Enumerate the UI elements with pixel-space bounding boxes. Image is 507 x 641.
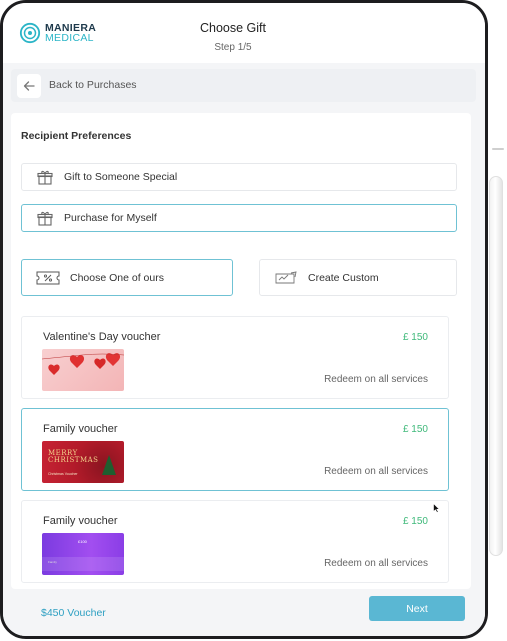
image-caption: Family bbox=[48, 560, 57, 564]
voucher-card-family-christmas[interactable]: Family voucher £ 150 MERRY CHRISTMAS Chri… bbox=[21, 408, 449, 491]
voucher-total: $450 Voucher bbox=[41, 607, 106, 619]
step-indicator: Step 1/5 bbox=[214, 42, 252, 53]
choice-label: Create Custom bbox=[308, 271, 379, 284]
back-to-purchases-link[interactable]: Back to Purchases bbox=[11, 69, 476, 102]
create-custom-button[interactable]: Create Custom bbox=[259, 259, 457, 296]
device-side-button bbox=[492, 148, 504, 150]
voucher-price: £ 150 bbox=[402, 424, 428, 435]
voucher-redeem-text: Redeem on all services bbox=[324, 466, 428, 477]
voucher-card-valentines[interactable]: Valentine's Day voucher £ 150 Redeem on … bbox=[21, 316, 449, 399]
stylus bbox=[489, 176, 503, 556]
choice-label: Choose One of ours bbox=[70, 271, 164, 284]
mouse-cursor-icon bbox=[433, 503, 440, 513]
next-button[interactable]: Next bbox=[369, 596, 465, 621]
tablet-frame: MANIERA MEDICAL Choose Gift Step 1/5 Bac… bbox=[0, 0, 488, 639]
tree-graphic bbox=[102, 455, 116, 475]
voucher-percent-icon bbox=[36, 270, 60, 286]
image-caption: Christmas Voucher bbox=[48, 472, 78, 476]
back-label: Back to Purchases bbox=[49, 79, 137, 91]
voucher-name: Family voucher bbox=[43, 515, 118, 527]
option-gift-someone[interactable]: Gift to Someone Special bbox=[21, 163, 457, 191]
gift-icon bbox=[36, 169, 54, 185]
option-label: Gift to Someone Special bbox=[64, 171, 178, 183]
image-text: CHRISTMAS bbox=[48, 456, 99, 464]
voucher-price: £ 150 bbox=[402, 516, 428, 527]
main-content: Recipient Preferences Gift to Someone Sp… bbox=[11, 113, 471, 589]
gift-icon bbox=[36, 210, 54, 226]
arrow-left-icon bbox=[23, 81, 35, 91]
back-button[interactable] bbox=[17, 74, 41, 98]
voucher-image-valentine bbox=[42, 349, 124, 391]
custom-voucher-icon bbox=[274, 270, 298, 286]
choose-one-of-ours-button[interactable]: Choose One of ours bbox=[21, 259, 233, 296]
voucher-image-purple: £100 Family bbox=[42, 533, 124, 575]
app-header: MANIERA MEDICAL Choose Gift Step 1/5 bbox=[3, 3, 485, 63]
voucher-name: Valentine's Day voucher bbox=[43, 331, 161, 343]
voucher-price: £ 150 bbox=[402, 332, 428, 343]
voucher-name: Family voucher bbox=[43, 423, 118, 435]
voucher-redeem-text: Redeem on all services bbox=[324, 558, 428, 569]
voucher-redeem-text: Redeem on all services bbox=[324, 374, 428, 385]
voucher-image-christmas: MERRY CHRISTMAS Christmas Voucher bbox=[42, 441, 124, 483]
option-label: Purchase for Myself bbox=[64, 212, 157, 224]
image-amount: £100 bbox=[78, 539, 87, 544]
option-purchase-myself[interactable]: Purchase for Myself bbox=[21, 204, 457, 232]
page-title: Choose Gift bbox=[199, 21, 266, 35]
section-title: Recipient Preferences bbox=[21, 130, 132, 142]
footer-bar: $450 Voucher Next bbox=[3, 589, 485, 636]
voucher-card-family-purple[interactable]: Family voucher £ 150 £100 Family Redeem … bbox=[21, 500, 449, 583]
